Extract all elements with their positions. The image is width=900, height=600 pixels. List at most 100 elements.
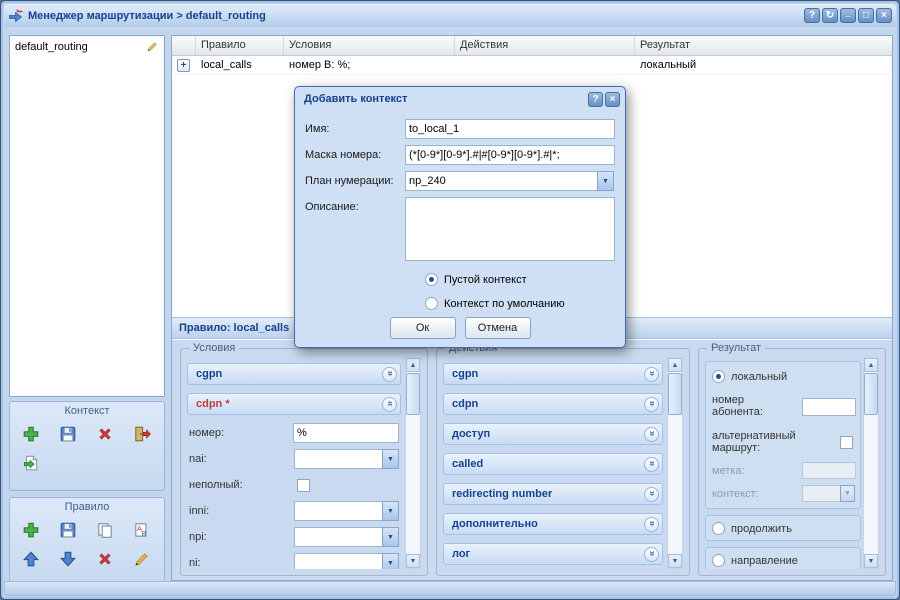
result-direction-box: направление — [705, 547, 861, 569]
section-label: called — [452, 458, 483, 470]
alt-route-checkbox[interactable] — [840, 436, 853, 449]
row-expander-icon[interactable]: + — [177, 59, 190, 72]
inni-combo[interactable]: ▼ — [294, 501, 399, 521]
grid-header-rule[interactable]: Правило — [196, 36, 284, 55]
numbering-plan-combo[interactable]: ▼ — [405, 171, 614, 191]
chevron-down-icon[interactable]: « — [644, 457, 659, 472]
save-context-button[interactable] — [56, 422, 80, 446]
list-item[interactable]: default_routing — [10, 36, 164, 57]
scroll-down-icon[interactable]: ▼ — [668, 554, 682, 568]
section-log[interactable]: лог « — [443, 543, 663, 565]
chevron-down-icon[interactable]: « — [644, 547, 659, 562]
maximize-icon[interactable]: □ — [858, 8, 874, 23]
move-rule-down-button[interactable] — [56, 547, 80, 571]
section-redirecting-number[interactable]: redirecting number « — [443, 483, 663, 505]
chevron-down-icon[interactable]: ▼ — [597, 171, 614, 191]
edit-rule-button[interactable] — [130, 547, 154, 571]
scroll-down-icon[interactable]: ▼ — [406, 554, 420, 568]
close-icon[interactable]: × — [876, 8, 892, 23]
description-label: Описание: — [305, 197, 405, 261]
subscriber-number-input[interactable] — [802, 398, 856, 416]
edit-pencil-icon[interactable] — [146, 40, 159, 53]
name-field[interactable] — [405, 119, 615, 139]
section-cgpn-action[interactable]: cgpn « — [443, 363, 663, 385]
nai-combo[interactable]: ▼ — [294, 449, 399, 469]
dialog-titlebar[interactable]: Добавить контекст ? × — [295, 87, 625, 111]
name-label: Имя: — [305, 119, 405, 139]
grid-header-actions[interactable]: Действия — [455, 36, 635, 55]
dialog-close-icon[interactable]: × — [605, 92, 620, 107]
numbering-plan-input[interactable] — [405, 171, 598, 191]
delete-context-button[interactable] — [93, 422, 117, 446]
section-access[interactable]: доступ « — [443, 423, 663, 445]
section-additional[interactable]: дополнительно « — [443, 513, 663, 535]
scroll-thumb[interactable] — [406, 373, 420, 415]
field-label-nai: nai: — [189, 453, 294, 465]
scroll-up-icon[interactable]: ▲ — [864, 358, 878, 372]
section-cdpn[interactable]: cdpn * « — [187, 393, 401, 415]
chevron-up-icon[interactable]: « — [382, 397, 397, 412]
app-window: Менеджер маршрутизации > default_routing… — [0, 0, 900, 600]
direction-radio[interactable] — [712, 554, 725, 567]
default-context-radio[interactable] — [425, 297, 438, 310]
scroll-thumb[interactable] — [864, 373, 878, 415]
ni-input[interactable] — [294, 553, 383, 569]
scroll-down-icon[interactable]: ▼ — [864, 554, 878, 568]
continue-radio[interactable] — [712, 522, 725, 535]
local-radio[interactable] — [712, 370, 725, 383]
edit-pencil-icon — [133, 550, 151, 568]
chevron-down-icon[interactable]: ▼ — [382, 527, 399, 547]
add-context-button[interactable] — [19, 422, 43, 446]
add-rule-button[interactable] — [19, 518, 43, 542]
dialog-help-icon[interactable]: ? — [588, 92, 603, 107]
actions-scrollbar[interactable]: ▲ ▼ — [667, 357, 683, 569]
ok-button[interactable]: Ок — [390, 317, 456, 339]
npi-combo[interactable]: ▼ — [294, 527, 399, 547]
app-icon — [8, 8, 24, 24]
grid-header-result[interactable]: Результат — [635, 36, 892, 55]
description-field[interactable] — [405, 197, 615, 261]
result-scrollbar[interactable]: ▲ ▼ — [863, 357, 879, 569]
chevron-down-icon[interactable]: ▼ — [382, 501, 399, 521]
section-cgpn[interactable]: cgpn « — [187, 363, 401, 385]
delete-rule-button[interactable] — [93, 547, 117, 571]
nai-input[interactable] — [294, 449, 383, 469]
minimize-icon[interactable]: _ — [840, 8, 856, 23]
incomplete-checkbox[interactable] — [297, 479, 310, 492]
rename-rule-button[interactable]: AB — [130, 518, 154, 542]
export-context-button[interactable] — [130, 422, 154, 446]
conditions-scrollbar[interactable]: ▲ ▼ — [405, 357, 421, 569]
section-called[interactable]: called « — [443, 453, 663, 475]
sidebar: default_routing Контекст — [9, 35, 165, 585]
dialog-title: Добавить контекст — [304, 93, 407, 105]
grid-header-conditions[interactable]: Условия — [284, 36, 455, 55]
empty-context-radio[interactable] — [425, 273, 438, 286]
number-input[interactable] — [293, 423, 399, 443]
chevron-down-icon[interactable]: ▼ — [382, 553, 399, 569]
scroll-up-icon[interactable]: ▲ — [668, 358, 682, 372]
chevron-down-icon[interactable]: « — [644, 397, 659, 412]
chevron-down-icon[interactable]: « — [644, 427, 659, 442]
cancel-button[interactable]: Отмена — [465, 317, 531, 339]
import-context-button[interactable] — [19, 451, 43, 475]
save-rule-button[interactable] — [56, 518, 80, 542]
chevron-down-icon[interactable]: « — [644, 367, 659, 382]
window-titlebar[interactable]: Менеджер маршрутизации > default_routing… — [4, 4, 896, 27]
inni-input[interactable] — [294, 501, 383, 521]
scroll-up-icon[interactable]: ▲ — [406, 358, 420, 372]
table-row[interactable]: + local_calls номер В: %; локальный — [172, 56, 892, 75]
chevron-down-icon[interactable]: « — [644, 487, 659, 502]
chevron-down-icon[interactable]: « — [382, 367, 397, 382]
move-rule-up-button[interactable] — [19, 547, 43, 571]
chevron-down-icon[interactable]: « — [644, 517, 659, 532]
refresh-icon[interactable]: ↻ — [822, 8, 838, 23]
mask-field[interactable] — [405, 145, 615, 165]
npi-input[interactable] — [294, 527, 383, 547]
ni-combo[interactable]: ▼ — [294, 553, 399, 569]
section-cdpn-action[interactable]: cdpn « — [443, 393, 663, 415]
field-label-incomplete: неполный: — [189, 479, 297, 491]
scroll-thumb[interactable] — [668, 373, 682, 415]
copy-rule-button[interactable] — [93, 518, 117, 542]
chevron-down-icon[interactable]: ▼ — [382, 449, 399, 469]
help-icon[interactable]: ? — [804, 8, 820, 23]
